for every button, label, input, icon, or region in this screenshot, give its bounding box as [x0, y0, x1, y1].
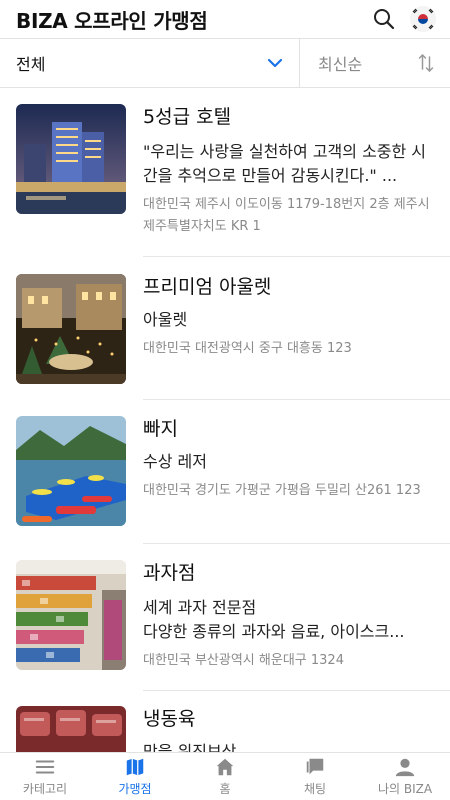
category-label: 전체: [16, 55, 46, 74]
confectionery-info: 과자점 세계 과자 전문점 다양한 종류의 과자와 음료, 아이스크... 대한…: [143, 560, 434, 672]
store-name: 빠지: [143, 418, 178, 440]
hotel-thumbnail: [16, 104, 126, 214]
sort-dropdown[interactable]: 최신순: [300, 39, 450, 87]
person-icon: [395, 758, 415, 777]
list-divider: [143, 690, 450, 691]
tab-home[interactable]: 홈: [180, 753, 270, 800]
outlet-thumbnail: [16, 274, 126, 384]
page-title: BIZA 오프라인 가맹점: [16, 8, 208, 33]
confectionery-thumbnail: [16, 560, 126, 670]
tab-label: 카테고리: [22, 782, 68, 796]
tab-chat[interactable]: 채팅: [270, 753, 360, 800]
tab-category[interactable]: 카테고리: [0, 753, 90, 800]
tab-label: 나의 BIZA: [377, 782, 433, 796]
store-name: 과자점: [143, 562, 196, 584]
korea-flag-icon[interactable]: [410, 6, 436, 32]
tab-label: 홈: [219, 782, 231, 796]
store-item-hotel[interactable]: 5성급 호텔 "우리는 사랑을 실천하여 고객의 소중한 시간을 추억으로 만들…: [0, 104, 450, 254]
store-item-outlet[interactable]: 프리미엄 아울렛 아울렛 대한민국 대전광역시 중구 대흥동 123: [0, 274, 450, 384]
store-address: 대한민국 제주시 이도이동 1179-18번지 2층 제주시 제주특별자치도 K…: [143, 197, 430, 234]
app-header: BIZA 오프라인 가맹점: [0, 0, 450, 38]
tab-label: 가맹점: [118, 782, 152, 796]
outlet-info: 프리미엄 아울렛 아울렛 대한민국 대전광역시 중구 대흥동 123: [143, 274, 434, 360]
filter-bar: 전체 최신순: [0, 38, 450, 88]
store-description: 맛을 위진보상: [143, 742, 237, 752]
store-description: "우리는 사랑을 실천하여 고객의 소중한 시간을 추억으로 만들어 감동시킨다…: [143, 142, 427, 185]
chat-icon: [306, 758, 324, 775]
home-icon: [216, 758, 234, 776]
store-description: 수상 레저: [143, 452, 207, 471]
list-divider: [143, 399, 450, 400]
water-leisure-info: 빠지 수상 레저 대한민국 경기도 가평군 가평읍 두밀리 산261 123: [143, 416, 434, 502]
store-item-confectionery[interactable]: 과자점 세계 과자 전문점 다양한 종류의 과자와 음료, 아이스크... 대한…: [0, 560, 450, 670]
tab-store[interactable]: 가맹점: [90, 753, 180, 800]
store-description: 아울렛: [143, 310, 188, 329]
category-dropdown[interactable]: 전체: [0, 39, 300, 87]
sort-arrows-icon: [418, 54, 434, 72]
list-divider: [143, 543, 450, 544]
menu-icon: [35, 760, 55, 774]
tab-my-biza[interactable]: 나의 BIZA: [360, 753, 450, 800]
store-address: 대한민국 경기도 가평군 가평읍 두밀리 산261 123: [143, 483, 421, 498]
water-leisure-thumbnail: [16, 416, 126, 526]
sort-label: 최신순: [318, 55, 363, 74]
store-item-water-leisure[interactable]: 빠지 수상 레저 대한민국 경기도 가평군 가평읍 두밀리 산261 123: [0, 416, 450, 526]
store-name: 5성급 호텔: [143, 106, 232, 128]
store-address: 대한민국 부산광역시 해운대구 1324: [143, 653, 344, 668]
tab-label: 채팅: [303, 782, 327, 796]
map-icon: [126, 758, 144, 776]
store-name: 냉동육: [143, 708, 196, 730]
frozen-meat-thumbnail: [16, 706, 126, 752]
store-list: 5성급 호텔 "우리는 사랑을 실천하여 고객의 소중한 시간을 추억으로 만들…: [0, 88, 450, 752]
bottom-tab-bar: 카테고리 가맹점 홈 채팅 나의 BIZA: [0, 752, 450, 800]
frozen-meat-info: 냉동육 맛을 위진보상: [143, 706, 434, 752]
store-description: 세계 과자 전문점 다양한 종류의 과자와 음료, 아이스크...: [143, 598, 405, 641]
list-divider: [143, 256, 450, 257]
chevron-down-icon: [267, 58, 283, 68]
store-item-frozen-meat[interactable]: 냉동육 맛을 위진보상: [0, 706, 450, 752]
store-address: 대한민국 대전광역시 중구 대흥동 123: [143, 341, 352, 356]
store-name: 프리미엄 아울렛: [143, 276, 272, 298]
hotel-info: 5성급 호텔 "우리는 사랑을 실천하여 고객의 소중한 시간을 추억으로 만들…: [143, 104, 434, 238]
search-icon[interactable]: [372, 7, 396, 31]
